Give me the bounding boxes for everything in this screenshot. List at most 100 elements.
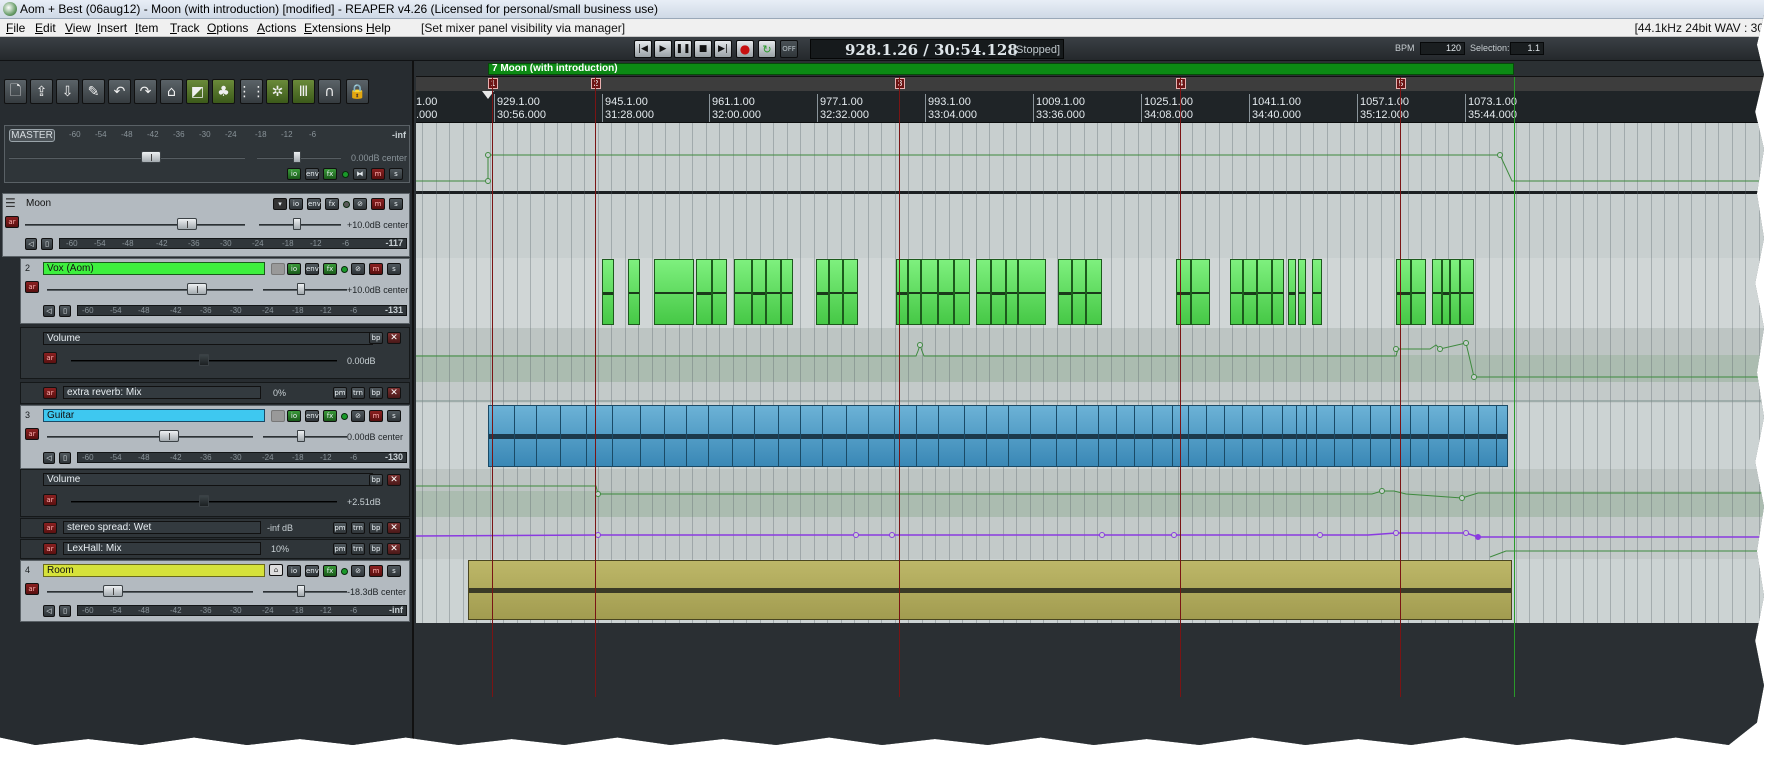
vox-reverb-trim-button[interactable]: trn <box>351 387 365 399</box>
guitar-volume-knob[interactable] <box>159 430 179 442</box>
vox-volume-slider[interactable] <box>47 289 253 291</box>
vox-volume-envelope-lane[interactable]: Volume bp ✕ ar 0.00dB <box>20 327 410 379</box>
envelope-point[interactable] <box>1171 532 1177 538</box>
menu-actions[interactable]: Actions <box>257 21 296 35</box>
vox-volume-env-knob[interactable] <box>199 354 209 366</box>
master-env-button[interactable]: env <box>305 168 319 180</box>
vox-reverb-close-button[interactable]: ✕ <box>387 387 401 399</box>
guitar-volume-envelope-lane[interactable]: Volume bp ✕ ar +2.51dB <box>20 469 410 517</box>
guitar-folder-icon[interactable] <box>271 410 285 422</box>
menu-insert[interactable]: Insert <box>97 21 127 35</box>
room-folder-icon[interactable]: ⌂ <box>269 564 283 576</box>
vox-input-monitor-button[interactable]: ◁ <box>43 305 55 317</box>
reaper-app-icon[interactable] <box>3 2 17 16</box>
autoscroll-icon[interactable]: ✲ <box>266 79 289 104</box>
guitar-volume-close-button[interactable]: ✕ <box>387 474 401 486</box>
guitar-lexhall-bypass-button[interactable]: bp <box>369 543 383 555</box>
moon-pan-knob[interactable] <box>293 218 301 230</box>
envelope-point[interactable] <box>595 532 601 538</box>
menu-item[interactable]: Item <box>135 21 158 35</box>
envelope-lock-icon[interactable]: Ⅲ <box>292 79 315 104</box>
vox-fx-button[interactable]: fx <box>323 263 337 275</box>
ripple-edit-icon[interactable]: ◩ <box>186 79 209 104</box>
guitar-volume-slider[interactable] <box>47 436 253 438</box>
grouping-icon[interactable]: ♣ <box>212 79 235 104</box>
skip-to-end-button[interactable]: ▶| <box>714 40 732 58</box>
snap-grid-icon[interactable]: ⋮⋮ <box>238 79 266 104</box>
guitar-input-monitor-button[interactable]: ◁ <box>43 452 55 464</box>
room-io-button[interactable]: io <box>287 565 301 577</box>
envelope-point[interactable] <box>1379 488 1385 494</box>
guitar-spread-close-button[interactable]: ✕ <box>387 522 401 534</box>
menu-extensions[interactable]: Extensions <box>304 21 363 35</box>
magnet-icon[interactable]: ∩ <box>318 79 341 104</box>
master-pan-knob[interactable] <box>293 151 301 163</box>
master-mute-button[interactable]: m <box>371 168 385 180</box>
menu-view[interactable]: View <box>65 21 91 35</box>
envelope-point[interactable] <box>853 532 859 538</box>
master-solo-button[interactable]: s <box>389 168 403 180</box>
guitar-input-select-button[interactable]: ▯ <box>59 452 71 464</box>
track-vox-aom[interactable]: 2 Vox (Aom) io env fx ⊘ m s ar +10.0dB c… <box>20 258 410 324</box>
menu-edit[interactable]: Edit <box>35 21 56 35</box>
vox-reverb-param-button[interactable]: pm <box>333 387 347 399</box>
room-fx-button[interactable]: fx <box>323 565 337 577</box>
vox-folder-icon[interactable] <box>271 263 285 275</box>
room-arm-button[interactable]: ar <box>25 583 39 595</box>
track-name-guitar[interactable]: Guitar <box>43 409 265 422</box>
vox-mute-button[interactable]: m <box>369 263 383 275</box>
vox-volume-knob[interactable] <box>187 283 207 295</box>
track-moon[interactable]: ☰ Moon ▾ io env fx ⊘ m s ar +10.0dB cent… <box>2 193 410 257</box>
moon-input-monitor-button[interactable]: ◁ <box>25 238 37 250</box>
guitar-mute-button[interactable]: m <box>369 410 383 422</box>
guitar-phase-button[interactable]: ⊘ <box>351 410 365 422</box>
menu-help[interactable]: Help <box>366 21 391 35</box>
guitar-spread-param-button[interactable]: pm <box>333 522 347 534</box>
bpm-field[interactable]: 120 <box>1420 42 1465 55</box>
lock-icon[interactable]: 🔒 <box>346 79 369 104</box>
vox-solo-button[interactable]: s <box>387 263 401 275</box>
vox-pan-slider[interactable] <box>263 289 347 291</box>
guitar-volume-envelope[interactable] <box>416 485 1764 499</box>
undo-icon[interactable]: ↶ <box>108 79 131 104</box>
guitar-lexhall-envelope-lane[interactable]: ar LexHall: Mix 10% pm trn bp ✕ <box>20 539 410 559</box>
moon-volume-knob[interactable] <box>177 218 197 230</box>
vox-phase-button[interactable]: ⊘ <box>351 263 365 275</box>
play-button[interactable]: ▶ <box>654 40 672 58</box>
guitar-lexhall-param-button[interactable]: pm <box>333 543 347 555</box>
guitar-lexhall-envelope[interactable] <box>416 532 1764 538</box>
room-volume-slider[interactable] <box>47 591 253 593</box>
guitar-solo-button[interactable]: s <box>387 410 401 422</box>
master-volume-slider[interactable] <box>9 157 245 159</box>
master-volume-knob[interactable] <box>141 151 161 163</box>
envelope-point[interactable] <box>1463 340 1469 346</box>
save-project-icon[interactable]: ⇩ <box>56 79 79 104</box>
master-volume-envelope[interactable] <box>416 154 1764 182</box>
guitar-lexhall-trim-button[interactable]: trn <box>351 543 365 555</box>
envelope-point[interactable] <box>1317 532 1323 538</box>
envelope-point[interactable] <box>485 178 491 184</box>
envelope-point[interactable] <box>595 491 601 497</box>
vox-reverb-bypass-button[interactable]: bp <box>369 387 383 399</box>
skip-to-start-button[interactable]: |◀ <box>634 40 652 58</box>
room-env-button[interactable]: env <box>305 565 319 577</box>
envelope-point[interactable] <box>1437 346 1443 352</box>
envelope-point[interactable] <box>1393 530 1399 536</box>
master-mono-button[interactable]: ⧓ <box>353 168 367 180</box>
envelope-point[interactable] <box>1497 152 1503 158</box>
track-room[interactable]: 4 Room ⌂ io env fx ⊘ m s ar -18.3dB cent… <box>20 560 410 622</box>
arrange-view[interactable]: 7 Moon (with introduction) 1 2 3 4 5 1.0… <box>416 61 1764 745</box>
moon-volume-slider[interactable] <box>25 224 245 226</box>
project-settings-icon[interactable]: ✎ <box>82 79 105 104</box>
vox-volume-arm-button[interactable]: ar <box>43 352 57 364</box>
room-pan-slider[interactable] <box>263 591 347 593</box>
moon-mute-button[interactable]: m <box>371 198 385 210</box>
master-io-button[interactable]: io <box>287 168 301 180</box>
menu-options[interactable]: Options <box>207 21 248 35</box>
moon-io-button[interactable]: io <box>289 198 303 210</box>
metronome-icon[interactable]: ⌂ <box>160 79 183 104</box>
vox-io-button[interactable]: io <box>287 263 301 275</box>
master-track[interactable]: MASTER -60 -54 -48 -42 -36 -30 -24 -18 -12 -6 -in… <box>4 125 410 183</box>
room-input-monitor-button[interactable]: ◁ <box>43 605 55 617</box>
room-input-select-button[interactable]: ▯ <box>59 605 71 617</box>
